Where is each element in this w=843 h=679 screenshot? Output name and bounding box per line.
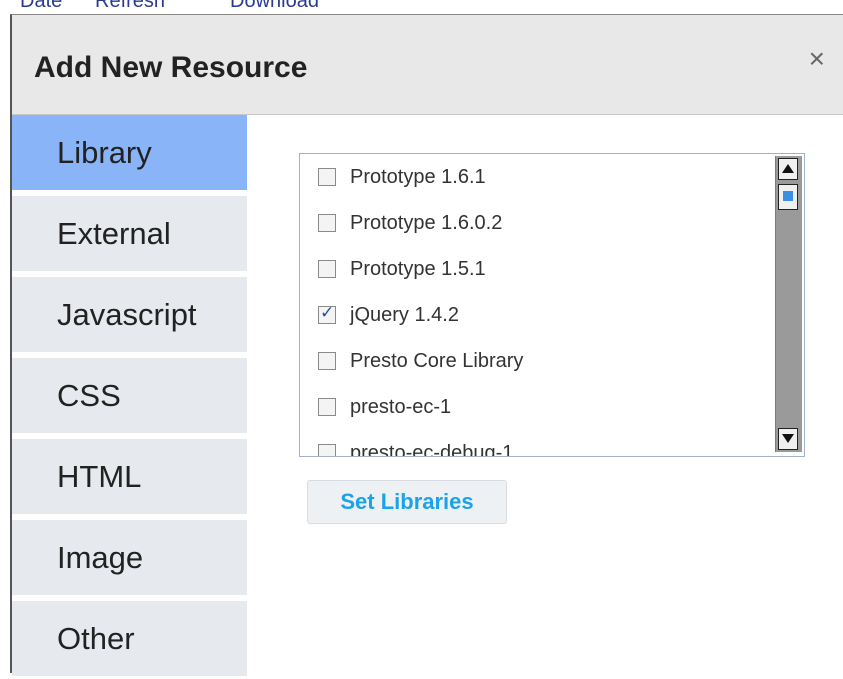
library-option[interactable]: Prototype 1.6.0.2 xyxy=(318,208,758,238)
background-link: Refresh xyxy=(95,0,166,12)
set-libraries-button[interactable]: Set Libraries xyxy=(307,480,507,524)
checkbox[interactable] xyxy=(318,352,336,370)
list-scrollbar[interactable] xyxy=(775,156,802,452)
library-label: Prototype 1.6.1 xyxy=(350,165,486,188)
sidebar-item-library[interactable]: Library xyxy=(12,115,247,193)
background-link: Date xyxy=(20,0,63,12)
sidebar-item-html[interactable]: HTML xyxy=(12,439,247,517)
add-resource-dialog: Add New Resource × Library External Java… xyxy=(10,14,843,679)
library-label: Prototype 1.5.1 xyxy=(350,257,486,280)
resource-type-sidebar: Library External Javascript CSS HTML Ima… xyxy=(12,115,247,679)
library-option[interactable]: Prototype 1.6.1 xyxy=(318,162,758,192)
checkbox-checked[interactable] xyxy=(318,303,336,324)
library-label: Prototype 1.6.0.2 xyxy=(350,211,503,234)
scroll-thumb[interactable] xyxy=(778,184,798,210)
library-label: jQuery 1.4.2 xyxy=(350,303,459,326)
library-option[interactable]: presto-ec-1 xyxy=(318,392,758,422)
scroll-up-arrow-icon[interactable] xyxy=(778,158,798,180)
library-option[interactable]: Prototype 1.5.1 xyxy=(318,254,758,284)
dialog-header: Add New Resource × xyxy=(12,15,843,115)
library-option[interactable]: jQuery 1.4.2 xyxy=(318,300,758,330)
checkbox[interactable] xyxy=(318,260,336,278)
dialog-title: Add New Resource xyxy=(34,51,308,84)
sidebar-item-css[interactable]: CSS xyxy=(12,358,247,436)
library-list[interactable]: Prototype 1.6.1 Prototype 1.6.0.2 Protot… xyxy=(299,153,805,457)
checkbox[interactable] xyxy=(318,214,336,232)
checkbox[interactable] xyxy=(318,444,336,456)
library-label: presto-ec-debug-1 xyxy=(350,441,514,457)
close-button[interactable]: × xyxy=(809,43,825,75)
checkbox[interactable] xyxy=(318,168,336,186)
library-panel: Prototype 1.6.1 Prototype 1.6.0.2 Protot… xyxy=(247,115,843,673)
sidebar-item-image[interactable]: Image xyxy=(12,520,247,598)
sidebar-item-external[interactable]: External xyxy=(12,196,247,274)
library-label: presto-ec-1 xyxy=(350,395,452,418)
library-label: Presto Core Library xyxy=(350,349,524,372)
scroll-down-arrow-icon[interactable] xyxy=(778,428,798,450)
library-option[interactable]: Presto Core Library xyxy=(318,346,758,376)
background-link: Download xyxy=(230,0,319,12)
library-option[interactable]: presto-ec-debug-1 xyxy=(318,438,758,457)
sidebar-item-javascript[interactable]: Javascript xyxy=(12,277,247,355)
sidebar-item-other[interactable]: Other xyxy=(12,601,247,679)
checkbox[interactable] xyxy=(318,398,336,416)
